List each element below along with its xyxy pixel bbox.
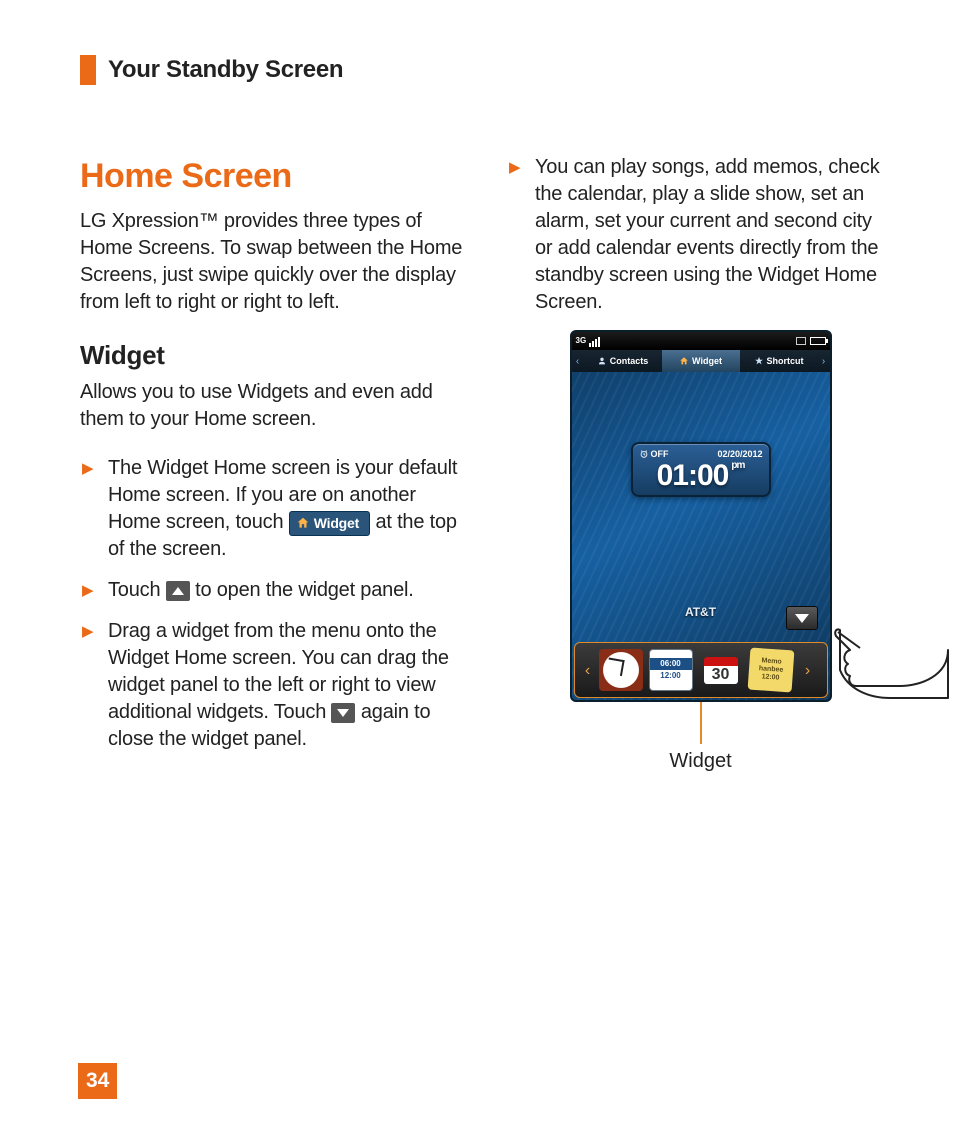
inline-widget-tab-button: Widget xyxy=(289,511,370,536)
bullet-default-home-screen: ▶ The Widget Home screen is your default… xyxy=(80,455,467,563)
calendar-rings-icon xyxy=(704,657,738,666)
clock-time: 01:00pm xyxy=(639,461,763,491)
right-column: ▶ You can play songs, add memos, check t… xyxy=(507,154,894,775)
bullet-triangle-icon: ▶ xyxy=(509,158,520,178)
callout-label-widget: Widget xyxy=(669,748,731,775)
memo-line: 12:00 xyxy=(761,674,779,683)
widget-item-analog-clock[interactable] xyxy=(599,649,643,691)
widget-bullet-list: ▶ The Widget Home screen is your default… xyxy=(80,455,467,753)
inline-widget-tab-label: Widget xyxy=(314,514,359,533)
bullet-triangle-icon: ▶ xyxy=(82,459,93,479)
section-heading-home-screen: Home Screen xyxy=(80,154,467,200)
down-triangle-icon xyxy=(337,709,349,717)
content-columns: Home Screen LG Xpression™ provides three… xyxy=(80,154,894,775)
tab-shortcut-label: Shortcut xyxy=(767,355,804,367)
up-triangle-icon xyxy=(172,587,184,595)
battery-icon xyxy=(810,337,826,345)
widget-item-calendar[interactable]: 30 xyxy=(699,649,743,691)
window-indicator-icon xyxy=(796,337,806,345)
bullet-open-widget-panel: ▶ Touch to open the widget panel. xyxy=(80,577,467,604)
widget-item-memo[interactable]: Memo hanbee 12:00 xyxy=(747,648,794,693)
widget-item-dual-clock[interactable]: 06:00 12:00 xyxy=(649,649,693,691)
alarm-clock-icon xyxy=(639,449,649,459)
right-bullet-list: ▶ You can play songs, add memos, check t… xyxy=(507,154,894,316)
widget-panel[interactable]: ‹ 06:00 12:00 30 Memo hanbee 12:00 xyxy=(574,642,828,698)
page-header: Your Standby Screen xyxy=(80,54,894,86)
phone-status-bar: 3G xyxy=(572,332,830,350)
intro-paragraph: LG Xpression™ provides three types of Ho… xyxy=(80,208,467,316)
pointing-hand-icon xyxy=(830,610,950,700)
tab-contacts[interactable]: Contacts xyxy=(584,350,662,372)
callout-line xyxy=(700,700,702,744)
header-title: Your Standby Screen xyxy=(108,54,343,86)
panel-nav-left-icon[interactable]: ‹ xyxy=(583,660,593,682)
star-icon xyxy=(754,356,764,366)
subsection-heading-widget: Widget xyxy=(80,338,467,373)
inline-up-arrow-button xyxy=(166,581,190,601)
panel-nav-right-icon[interactable]: › xyxy=(803,660,813,682)
widget-intro-paragraph: Allows you to use Widgets and even add t… xyxy=(80,379,467,433)
tab-shortcut[interactable]: Shortcut xyxy=(740,350,818,372)
bullet-widget-capabilities: ▶ You can play songs, add memos, check t… xyxy=(507,154,894,316)
bullet-text-part: Touch xyxy=(108,579,166,601)
phone-tab-bar: ‹ Contacts Widget Shortcut › xyxy=(572,350,830,372)
home-icon xyxy=(679,356,689,366)
clock-ampm: pm xyxy=(731,460,744,471)
clock-widget[interactable]: OFF 02/20/2012 01:00pm xyxy=(631,442,771,496)
down-triangle-icon xyxy=(795,614,809,623)
header-accent-block xyxy=(80,55,96,85)
phone-screen: 3G ‹ Contacts Wi xyxy=(570,330,832,702)
bullet-drag-widget: ▶ Drag a widget from the menu onto the W… xyxy=(80,618,467,753)
signal-bars-icon xyxy=(589,337,600,347)
tab-contacts-label: Contacts xyxy=(610,355,649,367)
bullet-text-part: to open the widget panel. xyxy=(195,579,414,601)
bullet-triangle-icon: ▶ xyxy=(82,581,93,601)
home-icon xyxy=(296,516,310,530)
bullet-text: You can play songs, add memos, check the… xyxy=(535,156,880,313)
inline-down-arrow-button xyxy=(331,703,355,723)
phone-illustration-wrap: 3G ‹ Contacts Wi xyxy=(507,330,894,775)
left-column: Home Screen LG Xpression™ provides three… xyxy=(80,154,467,775)
tab-widget-label: Widget xyxy=(692,355,722,367)
page-number: 34 xyxy=(78,1063,117,1099)
person-icon xyxy=(597,356,607,366)
tab-nav-left-icon[interactable]: ‹ xyxy=(572,350,584,372)
network-3g-icon: 3G xyxy=(576,336,587,347)
dual-clock-time1: 06:00 xyxy=(650,658,692,670)
bullet-triangle-icon: ▶ xyxy=(82,622,93,642)
calendar-day: 30 xyxy=(704,666,738,684)
tab-widget[interactable]: Widget xyxy=(662,350,740,372)
tab-nav-right-icon[interactable]: › xyxy=(818,350,830,372)
widget-panel-toggle-button[interactable] xyxy=(786,606,818,630)
dual-clock-time2: 12:00 xyxy=(660,670,680,682)
